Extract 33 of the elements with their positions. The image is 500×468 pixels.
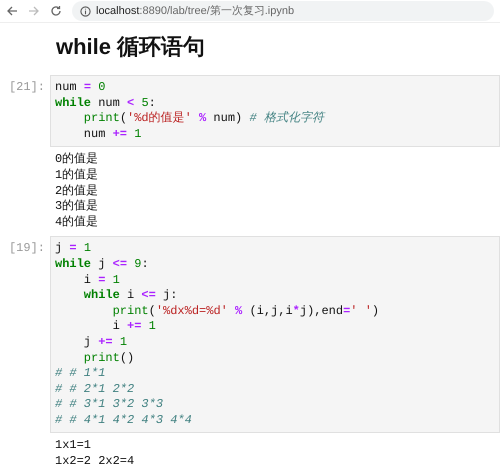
output-line: 0的值是 bbox=[55, 152, 98, 168]
code-line: print('%d的值是' % num) # 格式化字符 bbox=[82, 111, 324, 127]
code-line: # # 1*1 bbox=[55, 366, 106, 382]
output-line: 3的值是 bbox=[55, 199, 98, 215]
code-line: i += 1 bbox=[112, 319, 156, 335]
code-line: print('%dx%d=%d' % (i,j,i*j),end=' ') bbox=[112, 304, 380, 320]
reload-icon[interactable] bbox=[50, 5, 62, 17]
code-line: while j <= 9: bbox=[55, 256, 149, 273]
cell-prompt: [19]: bbox=[8, 240, 46, 257]
code-editor[interactable]: j = 1 while j <= 9: i = 1 while i <= j: print('%dx%d=%d' % (i,j,i*j),end=' ') i += 1 j += 1 print() # # 1*1 # # 2*1 2*2 # # 3*1 3*2 3*3 # # 4*1 4*2 4*3 4*4 bbox=[50, 236, 500, 434]
output-line: 1的值是 bbox=[55, 168, 98, 184]
output-line: 2的值是 bbox=[55, 184, 98, 200]
code-line: # # 3*1 3*2 3*3 bbox=[55, 397, 164, 413]
code-line: j = 1 bbox=[55, 241, 92, 257]
code-line: print() bbox=[82, 350, 134, 366]
code-line: num = 0 bbox=[55, 80, 106, 96]
info-icon bbox=[80, 6, 91, 16]
url-text: localhost:8890/lab/tree/第一次复习.ipynb bbox=[96, 4, 294, 19]
code-line: while i <= j: bbox=[82, 288, 178, 304]
back-icon[interactable] bbox=[6, 5, 18, 17]
output-line: 1x1=1 bbox=[55, 438, 92, 454]
code-line: # # 2*1 2*2 bbox=[55, 382, 134, 398]
output-line: 1x2=2 2x2=4 bbox=[55, 454, 134, 468]
code-line: j += 1 bbox=[82, 334, 128, 350]
code-line: i = 1 bbox=[82, 272, 120, 288]
code-line: while num < 5: bbox=[55, 96, 156, 112]
notebook-heading: while 循环语句 bbox=[55, 33, 206, 61]
code-line: # # 4*1 4*2 4*3 4*4 bbox=[55, 412, 192, 428]
output-line: 4的值是 bbox=[55, 214, 98, 230]
code-line: num += 1 bbox=[82, 126, 142, 142]
address-bar[interactable]: localhost:8890/lab/tree/第一次复习.ipynb bbox=[72, 1, 494, 21]
cell-prompt: [21]: bbox=[8, 79, 46, 96]
code-editor[interactable]: num = 0 while num < 5: print('%d的值是' % num) # 格式化字符 num += 1 bbox=[50, 75, 500, 148]
